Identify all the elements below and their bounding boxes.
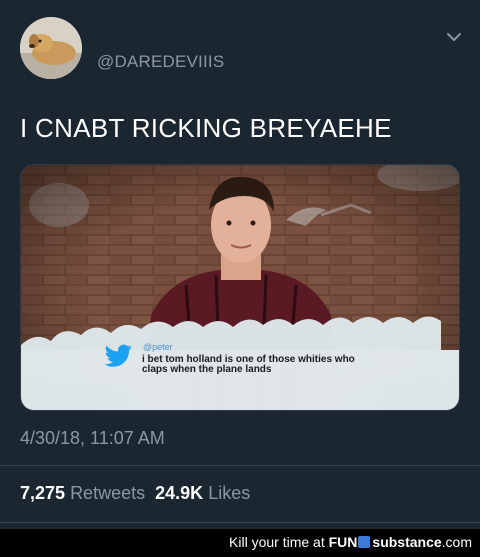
tweet-media[interactable]: @peter i bet tom holland is one of those…	[20, 164, 460, 411]
watermark-text: Kill your time at FUN substance.com	[229, 534, 472, 550]
chevron-down-icon[interactable]	[445, 30, 463, 44]
watermark-footer: Kill your time at FUN substance.com	[0, 529, 480, 557]
tweet-text: I CNABT RICKING BREYAEHE	[20, 113, 392, 143]
funsubstance-logo-icon	[358, 536, 371, 548]
divider	[0, 465, 480, 466]
watermark-tagline: Kill your time at	[229, 534, 325, 550]
like-count[interactable]: 24.9K	[155, 483, 203, 503]
tweet-timestamp[interactable]: 4/30/18, 11:07 AM	[20, 428, 165, 449]
tweet-stats: 7,275 Retweets 24.9K Likes	[20, 483, 250, 504]
user-handle[interactable]: @DAREDEVIIIS	[97, 52, 224, 72]
avatar-dog-image	[20, 17, 82, 79]
watermark-tld: .com	[441, 534, 472, 550]
retweets-label[interactable]: Retweets	[70, 483, 145, 503]
likes-label[interactable]: Likes	[208, 483, 250, 503]
divider	[0, 522, 480, 523]
twitter-bird-icon	[104, 344, 132, 367]
watermark-brand: FUN substance	[328, 534, 442, 550]
meme-tweet-text: i bet tom holland is one of those whitie…	[142, 354, 355, 375]
meme-tweet-user: @peter	[143, 342, 173, 352]
retweet-count[interactable]: 7,275	[20, 483, 65, 503]
avatar[interactable]	[20, 17, 82, 79]
